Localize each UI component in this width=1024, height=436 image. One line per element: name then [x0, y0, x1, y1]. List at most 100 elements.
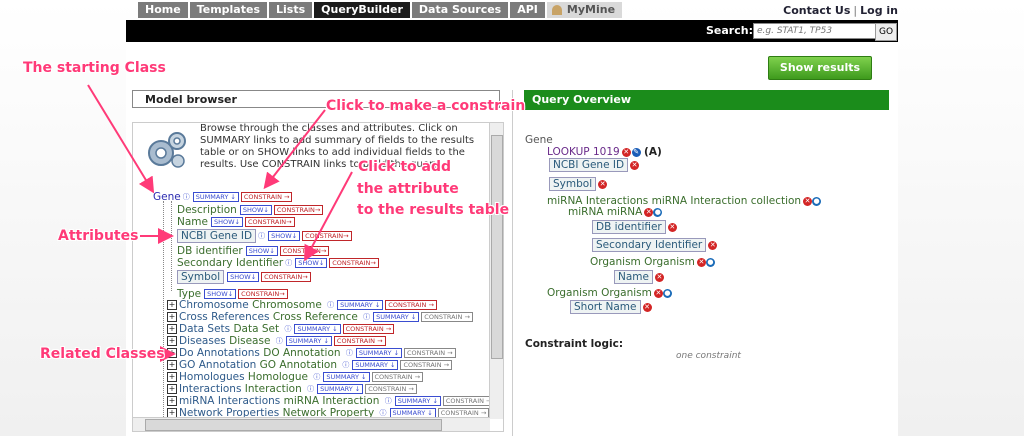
expand-icon[interactable]: +: [167, 312, 177, 322]
info-icon[interactable]: ⓘ: [276, 335, 283, 347]
class-name[interactable]: Interactions: [179, 383, 241, 395]
info-icon[interactable]: ⓘ: [307, 383, 314, 395]
tab-home[interactable]: Home: [138, 2, 188, 18]
outer-join-icon[interactable]: ●: [705, 257, 715, 267]
horizontal-scroll-thumb[interactable]: [145, 419, 442, 431]
remove-icon[interactable]: ✕: [621, 147, 631, 157]
class-name[interactable]: Homologues: [179, 371, 245, 383]
constrain-button[interactable]: CONSTRAIN→: [329, 258, 379, 268]
info-icon[interactable]: ⓘ: [346, 347, 353, 359]
info-icon[interactable]: ⓘ: [284, 323, 291, 335]
class-name[interactable]: Data Sets: [179, 323, 230, 335]
summary-button[interactable]: SUMMARY ↓: [323, 372, 370, 382]
info-icon[interactable]: ⓘ: [363, 311, 370, 323]
remove-icon[interactable]: ✕: [654, 272, 664, 282]
expand-icon[interactable]: +: [167, 324, 177, 334]
constrain-button[interactable]: CONSTRAIN→: [273, 205, 324, 215]
summary-button[interactable]: SUMMARY ↓: [317, 384, 364, 394]
vertical-scrollbar[interactable]: [489, 123, 503, 419]
class-name[interactable]: miRNA Interactions: [179, 395, 280, 407]
show-button[interactable]: SHOW↓: [239, 205, 272, 215]
remove-icon[interactable]: ✕: [803, 196, 813, 206]
summary-button[interactable]: SUMMARY ↓: [294, 324, 341, 334]
constrain-button[interactable]: CONSTRAIN →: [371, 372, 424, 382]
show-button[interactable]: SHOW↓: [227, 272, 260, 282]
constrain-button[interactable]: CONSTRAIN→: [245, 217, 295, 227]
summary-button[interactable]: SUMMARY ↓: [394, 396, 441, 406]
outer-join-icon[interactable]: ●: [653, 207, 663, 217]
tab-mymine[interactable]: MyMine: [546, 2, 623, 18]
expand-icon[interactable]: +: [167, 384, 177, 394]
constrain-button[interactable]: CONSTRAIN→: [261, 272, 311, 282]
remove-icon[interactable]: ✕: [642, 302, 652, 312]
info-icon[interactable]: ⓘ: [327, 299, 334, 311]
show-results-button[interactable]: Show results: [768, 56, 872, 80]
class-name[interactable]: Diseases: [179, 335, 226, 347]
expand-icon[interactable]: +: [167, 348, 177, 358]
remove-icon[interactable]: ✕: [653, 288, 663, 298]
tab-lists[interactable]: Lists: [269, 2, 313, 18]
tab-api[interactable]: API: [510, 2, 545, 18]
attribute-ncbi-gene-id[interactable]: NCBI Gene ID: [177, 229, 257, 243]
constrain-button[interactable]: CONSTRAIN →: [421, 312, 473, 322]
info-icon[interactable]: ⓘ: [258, 230, 265, 242]
constrain-button[interactable]: CONSTRAIN →: [333, 336, 386, 346]
class-name[interactable]: Cross References: [179, 311, 269, 323]
expand-icon[interactable]: +: [167, 300, 177, 310]
attribute-secondary-identifier[interactable]: Secondary Identifier: [177, 257, 283, 269]
login-link[interactable]: Log in: [860, 4, 898, 17]
info-icon[interactable]: ⓘ: [342, 359, 349, 371]
show-button[interactable]: SHOW↓: [245, 246, 278, 256]
tab-templates[interactable]: Templates: [189, 2, 267, 18]
expand-icon[interactable]: +: [167, 360, 177, 370]
constrain-button[interactable]: CONSTRAIN →: [365, 384, 417, 394]
search-input[interactable]: [753, 23, 879, 39]
summary-button[interactable]: SUMMARY ↓: [373, 312, 420, 322]
info-icon[interactable]: ⓘ: [385, 395, 392, 407]
attribute-description[interactable]: Description: [177, 204, 237, 216]
summary-button[interactable]: SUMMARY ↓: [285, 336, 332, 346]
attribute-symbol[interactable]: Symbol: [177, 270, 225, 284]
constrain-button[interactable]: CONSTRAIN →: [442, 396, 495, 406]
info-icon[interactable]: ⓘ: [183, 191, 190, 203]
info-icon[interactable]: ⓘ: [285, 257, 292, 269]
edit-icon[interactable]: ✎: [631, 147, 641, 157]
expand-icon[interactable]: +: [167, 396, 177, 406]
constrain-button[interactable]: CONSTRAIN→: [279, 246, 330, 256]
constrain-button[interactable]: CONSTRAIN →: [240, 192, 293, 202]
summary-button[interactable]: SUMMARY ↓: [192, 192, 239, 202]
contact-us-link[interactable]: Contact Us: [783, 4, 850, 17]
horizontal-scrollbar[interactable]: [133, 417, 490, 431]
outer-join-icon[interactable]: ●: [812, 196, 822, 206]
show-button[interactable]: SHOW↓: [268, 231, 301, 241]
tree-root-gene[interactable]: Gene: [153, 191, 181, 203]
remove-icon[interactable]: ✕: [667, 222, 677, 232]
remove-icon[interactable]: ✕: [696, 257, 706, 267]
tab-data-sources[interactable]: Data Sources: [411, 2, 509, 18]
outer-join-icon[interactable]: ●: [662, 288, 672, 298]
constrain-button[interactable]: CONSTRAIN →: [400, 360, 453, 370]
class-name[interactable]: Chromosome: [179, 299, 249, 311]
summary-button[interactable]: SUMMARY ↓: [355, 348, 403, 358]
constrain-button[interactable]: CONSTRAIN→: [302, 231, 352, 241]
constrain-button[interactable]: CONSTRAIN →: [385, 300, 437, 310]
remove-icon[interactable]: ✕: [708, 240, 718, 250]
tab-querybuilder[interactable]: QueryBuilder: [314, 2, 410, 18]
remove-icon[interactable]: ✕: [598, 179, 608, 189]
go-button[interactable]: GO: [875, 23, 897, 41]
remove-icon[interactable]: ✕: [644, 207, 654, 217]
remove-icon[interactable]: ✕: [630, 160, 640, 170]
show-button[interactable]: SHOW↓: [210, 217, 243, 227]
expand-icon[interactable]: +: [167, 372, 177, 382]
vertical-scroll-thumb[interactable]: [491, 135, 503, 359]
class-name[interactable]: Do Annotations: [179, 347, 260, 359]
summary-button[interactable]: SUMMARY ↓: [352, 360, 399, 370]
attribute-db-identifier[interactable]: DB identifier: [177, 245, 243, 257]
expand-icon[interactable]: +: [167, 336, 177, 346]
show-button[interactable]: SHOW↓: [295, 258, 328, 268]
class-name[interactable]: GO Annotation: [179, 359, 256, 371]
info-icon[interactable]: ⓘ: [313, 371, 320, 383]
show-button[interactable]: SHOW↓: [204, 289, 237, 299]
constrain-button[interactable]: CONSTRAIN →: [342, 324, 395, 334]
constrain-button[interactable]: CONSTRAIN→: [238, 289, 288, 299]
